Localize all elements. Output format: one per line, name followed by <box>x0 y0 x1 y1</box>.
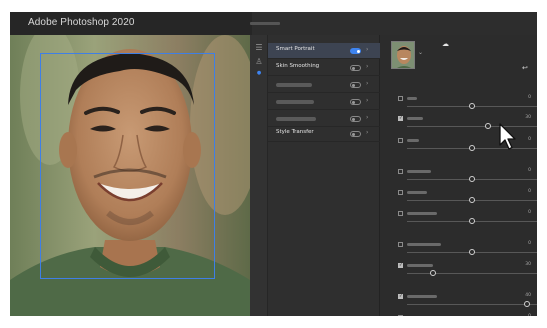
filter-toggle[interactable] <box>350 82 361 88</box>
parameter-label-placeholder <box>407 139 419 142</box>
parameter-checkbox[interactable]: ✓ <box>398 263 403 268</box>
filter-toggle[interactable] <box>350 131 361 137</box>
filter-toggle[interactable] <box>350 116 361 122</box>
parameter-value: 0 <box>528 137 531 142</box>
chevron-right-icon[interactable]: › <box>366 46 368 53</box>
slider-track[interactable] <box>407 273 537 274</box>
sliders-icon[interactable]: ☰ <box>254 43 264 53</box>
photoshop-window: Adobe Photoshop 2020 ☰ ♙ ● Smart Portrai… <box>10 12 537 316</box>
panel-header <box>252 12 537 35</box>
chevron-right-icon[interactable]: › <box>366 63 368 70</box>
parameter-checkbox[interactable] <box>398 242 403 247</box>
slider-knob[interactable] <box>469 218 475 224</box>
filter-label: Skin Smoothing <box>276 63 320 69</box>
slider-track[interactable] <box>407 304 537 305</box>
chevron-right-icon[interactable]: › <box>366 129 368 136</box>
filter-row[interactable]: Smart Portrait › <box>268 43 380 59</box>
chevron-right-icon[interactable]: › <box>366 80 368 87</box>
filter-label-placeholder <box>276 83 312 87</box>
filter-toggle[interactable] <box>350 48 361 54</box>
parameter-label-placeholder <box>407 212 437 215</box>
cloud-icon: ☁ <box>442 40 449 48</box>
slider-knob[interactable] <box>484 123 491 129</box>
portrait-thumbnail[interactable] <box>391 41 415 69</box>
parameter-value: 0 <box>528 95 531 100</box>
parameter-value: 0 <box>528 210 531 215</box>
parameter-label-placeholder <box>407 295 437 298</box>
filter-row[interactable]: › <box>268 111 380 127</box>
filter-label: Style Transfer <box>276 129 314 135</box>
thumbnail-image <box>392 42 414 68</box>
app-title: Adobe Photoshop 2020 <box>28 17 135 28</box>
slider-knob[interactable] <box>469 249 475 255</box>
parameter-value: 40 <box>525 293 531 298</box>
filter-label-placeholder <box>276 100 314 104</box>
parameter-value: 30 <box>525 262 531 267</box>
parameter-checkbox[interactable] <box>398 315 403 316</box>
panel-tool-strip: ☰ ♙ ● <box>250 35 268 316</box>
parameter-checkbox[interactable] <box>398 190 403 195</box>
filter-toggle[interactable] <box>350 99 361 105</box>
brush-icon[interactable]: ♙ <box>254 57 264 67</box>
slider-knob[interactable] <box>469 145 475 151</box>
filter-row[interactable]: Style Transfer › <box>268 126 380 142</box>
chevron-down-icon[interactable]: ⌄ <box>418 49 423 56</box>
filter-row[interactable]: › <box>268 94 380 110</box>
neural-filters-list: Smart Portrait › Skin Smoothing › › › › Style T… <box>268 35 380 316</box>
parameter-label-placeholder <box>407 264 433 267</box>
image-canvas[interactable] <box>10 35 250 316</box>
slider-knob[interactable] <box>469 197 475 203</box>
parameter-checkbox[interactable] <box>398 211 403 216</box>
filter-row[interactable]: Skin Smoothing › <box>268 60 380 76</box>
slider-knob[interactable] <box>469 176 475 182</box>
filter-parameters-panel: ⌄ ☁ ↩ 0 ✓ 30 0 0 0 0 0 ✓ 30 ✓ 40 0 <box>380 35 537 316</box>
parameter-label-placeholder <box>407 97 417 100</box>
filter-toggle[interactable] <box>350 65 361 71</box>
panel-drag-handle[interactable] <box>250 22 280 25</box>
slider-knob[interactable] <box>430 270 436 276</box>
parameter-checkbox[interactable] <box>398 96 403 101</box>
slider-knob[interactable] <box>469 103 475 109</box>
slider-knob[interactable] <box>523 301 530 307</box>
parameter-label-placeholder <box>407 191 427 194</box>
parameter-value: 0 <box>528 168 531 173</box>
filter-row[interactable]: › <box>268 77 380 93</box>
parameter-checkbox[interactable]: ✓ <box>398 294 403 299</box>
parameter-checkbox[interactable] <box>398 169 403 174</box>
filter-label-placeholder <box>276 117 316 121</box>
parameter-checkbox[interactable] <box>398 138 403 143</box>
title-bar: Adobe Photoshop 2020 <box>10 12 537 35</box>
parameter-value: 0 <box>528 241 531 246</box>
chevron-right-icon[interactable]: › <box>366 97 368 104</box>
filter-label: Smart Portrait <box>276 46 315 52</box>
parameter-checkbox[interactable]: ✓ <box>398 116 403 121</box>
parameter-label-placeholder <box>407 243 441 246</box>
parameter-label-placeholder <box>407 117 423 120</box>
parameter-value: 0 <box>528 314 531 316</box>
chevron-right-icon[interactable]: › <box>366 114 368 121</box>
parameter-label-placeholder <box>407 170 431 173</box>
parameter-value: 30 <box>525 115 531 120</box>
active-indicator-icon: ● <box>256 70 262 76</box>
reset-icon[interactable]: ↩ <box>522 64 528 72</box>
parameter-value: 0 <box>528 189 531 194</box>
mouse-cursor-icon <box>499 123 516 150</box>
face-selection-box[interactable] <box>40 53 215 279</box>
